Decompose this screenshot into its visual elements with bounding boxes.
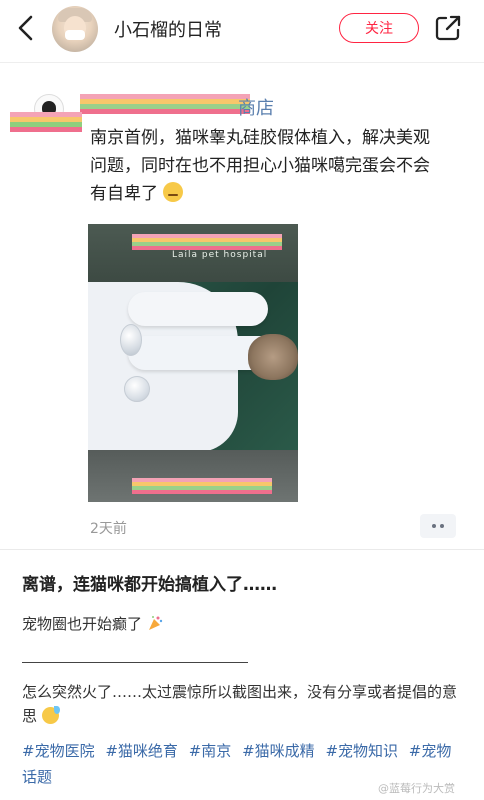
watermark: @蓝莓行为大赏: [378, 782, 455, 795]
top-bar: 小石榴的日常 关注: [0, 0, 484, 56]
hashtag[interactable]: #猫咪成精: [242, 742, 315, 760]
share-icon[interactable]: [434, 14, 462, 42]
hashtag[interactable]: #宠物知识: [325, 742, 398, 760]
hashtag[interactable]: #南京: [189, 742, 232, 760]
post-time: 2天前: [90, 521, 127, 537]
more-options-button[interactable]: [420, 514, 456, 538]
cat-fur: [248, 334, 298, 380]
username[interactable]: 小石榴的日常: [114, 16, 222, 42]
avatar[interactable]: [52, 6, 98, 52]
follow-button[interactable]: 关注: [339, 13, 419, 43]
thinking-emoji-icon: [163, 182, 184, 202]
post-line-text: 宠物圈也开始癫了: [22, 615, 143, 633]
photo-redaction-scribble-bottom: [132, 478, 272, 494]
post-title: 离谱，连猫咪都开始搞植入了……: [22, 575, 277, 595]
separator-line: [22, 662, 248, 663]
post-line: 宠物圈也开始癫了: [22, 613, 163, 634]
divider: [0, 62, 484, 63]
party-emoji-icon: [148, 616, 162, 630]
hashtag[interactable]: #宠物医院: [22, 742, 95, 760]
post-body: 怎么突然火了……太过震惊所以截图出来，没有分享或者提倡的意思: [22, 680, 466, 728]
sweat-smile-emoji-icon: [41, 706, 60, 724]
implant: [120, 324, 142, 356]
embedded-post-text: 南京首例，猫咪睾丸硅胶假体植入，解决美观问题，同时在也不用担心小猫咪噶完蛋会不会…: [90, 124, 440, 208]
hashtag[interactable]: #猫咪绝育: [105, 742, 178, 760]
embedded-text-content: 南京首例，猫咪睾丸硅胶假体植入，解决美观问题，同时在也不用担心小猫咪噶完蛋会不会…: [90, 128, 430, 204]
back-arrow-icon[interactable]: [14, 14, 38, 42]
embedded-post-screenshot: 商店 南京首例，猫咪睾丸硅胶假体植入，解决美观问题，同时在也不用担心小猫咪噶完蛋…: [0, 72, 484, 550]
photo-caption: Laila pet hospital: [172, 250, 268, 260]
post-photo[interactable]: Laila pet hospital: [88, 224, 298, 502]
post-body-text: 怎么突然火了……太过震惊所以截图出来，没有分享或者提倡的意思: [22, 683, 458, 725]
shop-name: 商店: [238, 98, 274, 119]
implant: [124, 376, 150, 402]
